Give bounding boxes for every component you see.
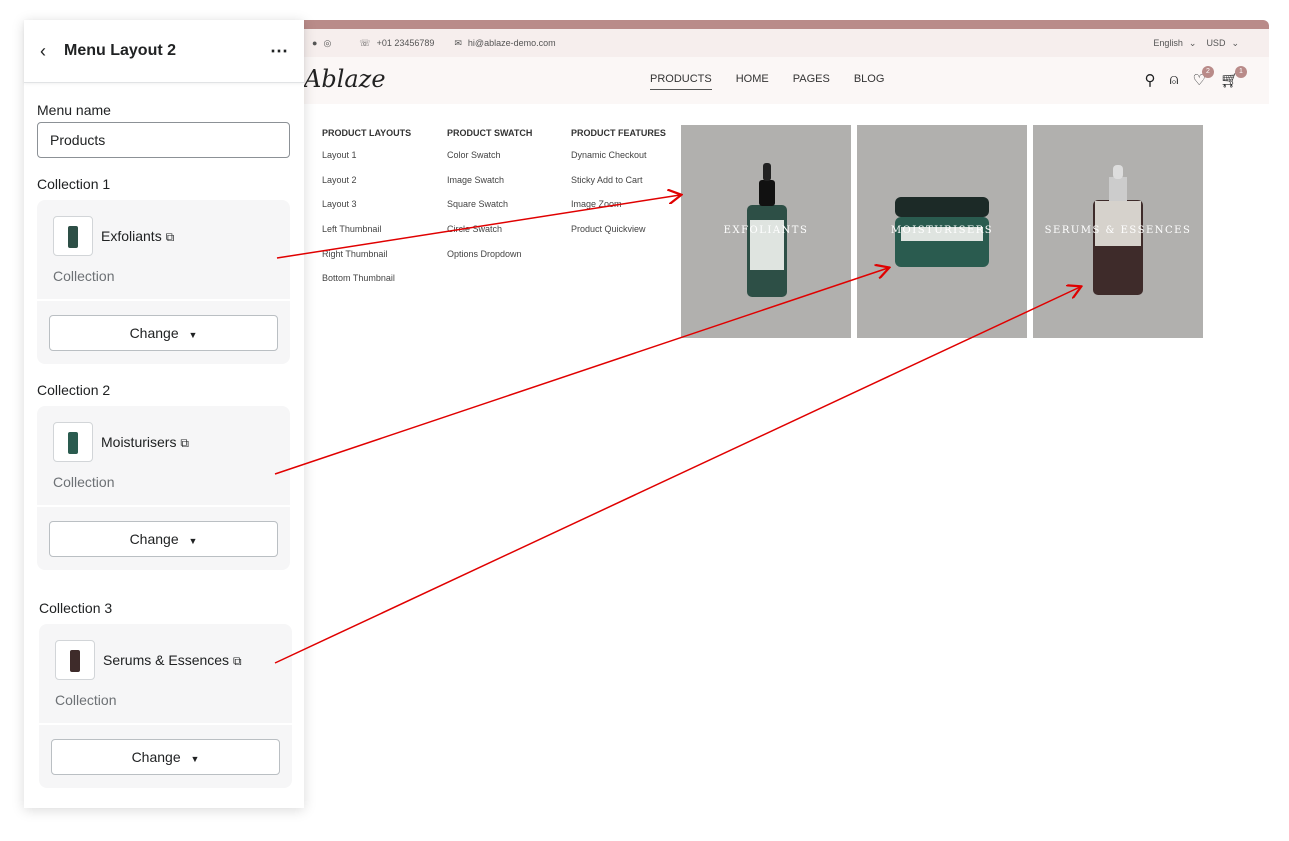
language-select[interactable]: English: [1153, 38, 1183, 48]
menu-name-label: Menu name: [37, 102, 111, 118]
instagram-icon[interactable]: ◎: [323, 38, 331, 49]
collection-label: Collection 2: [37, 382, 111, 398]
menu-column: PRODUCT FEATURES Dynamic Checkout Sticky A…: [571, 125, 696, 249]
collection-label: Collection 1: [37, 176, 111, 192]
announcement-bar: [304, 20, 1269, 29]
menu-link[interactable]: Layout 3: [322, 199, 447, 224]
logo[interactable]: Ablaze: [304, 65, 386, 93]
more-icon[interactable]: ⋯: [270, 41, 288, 62]
menu-column: PRODUCT LAYOUTS Layout 1 Layout 2 Layout 3L…: [322, 125, 447, 298]
store-preview: ● ◎ ☏ +01 23456789 ✉ hi@ablaze-demo.com En…: [304, 20, 1269, 350]
collection-thumbnail: [53, 422, 93, 462]
change-button[interactable]: Change ▼: [49, 521, 278, 557]
email: hi@ablaze-demo.com: [467, 38, 556, 48]
menu-link[interactable]: Dynamic Checkout: [571, 150, 696, 175]
collection-thumbnail: [53, 216, 93, 256]
menu-link[interactable]: Right Thumbnail: [322, 249, 447, 274]
phone: +01 23456789: [376, 38, 435, 48]
chevron-down-icon: ⌄: [1188, 37, 1197, 48]
cart-badge: 1: [1235, 66, 1247, 78]
menu-link[interactable]: Left Thumbnail: [322, 224, 447, 249]
mail-icon: ✉: [454, 37, 462, 48]
external-link-icon[interactable]: ⧉: [166, 230, 175, 244]
tile-label: SERUMS & ESSENCES: [1044, 225, 1192, 236]
collection-type: Collection: [55, 692, 117, 708]
change-label: Change: [131, 749, 181, 765]
menu-link[interactable]: Sticky Add to Cart: [571, 175, 696, 200]
collection-type: Collection: [53, 474, 115, 490]
nav-blog[interactable]: BLOG: [854, 73, 885, 90]
tile-serums[interactable]: SERUMS & ESSENCES: [1033, 125, 1203, 338]
caret-down-icon: ▼: [188, 536, 198, 546]
column-heading: PRODUCT SWATCH: [447, 128, 533, 138]
caret-down-icon: ▼: [188, 330, 198, 340]
change-label: Change: [129, 531, 179, 547]
caret-down-icon: ▼: [190, 754, 200, 764]
collection-name[interactable]: Exfoliants: [101, 228, 162, 244]
change-button[interactable]: Change ▼: [49, 315, 278, 351]
wishlist-badge: 2: [1201, 66, 1214, 78]
store-header: Ablaze PRODUCTS HOME PAGES BLOG ⚲ ⍝ ♡ 2 🛒…: [304, 57, 1269, 104]
wishlist-icon[interactable]: ♡ 2: [1193, 66, 1214, 89]
menu-link[interactable]: Product Quickview: [571, 224, 696, 249]
menu-link[interactable]: Options Dropdown: [447, 249, 572, 274]
menu-link[interactable]: Circle Swatch: [447, 224, 572, 249]
change-button[interactable]: Change ▼: [51, 739, 280, 775]
info-bar: ● ◎ ☏ +01 23456789 ✉ hi@ablaze-demo.com En…: [304, 29, 1269, 57]
column-heading: PRODUCT LAYOUTS: [322, 128, 412, 138]
phone-icon: ☏: [359, 37, 371, 48]
change-label: Change: [129, 325, 179, 341]
cart-icon[interactable]: 🛒︎ 1: [1220, 66, 1247, 89]
panel-title: Menu Layout 2: [64, 42, 177, 59]
collection-type: Collection: [53, 268, 115, 284]
tile-label: MOISTURISERS: [890, 225, 994, 236]
tile-label: EXFOLIANTS: [723, 225, 809, 236]
nav-home[interactable]: HOME: [736, 73, 769, 90]
collection-name[interactable]: Moisturisers: [101, 434, 176, 450]
menu-link[interactable]: Image Swatch: [447, 175, 572, 200]
collection-card: Serums & Essences ⧉ Collection Change ▼: [39, 624, 292, 788]
collection-card: Moisturisers ⧉ Collection Change ▼: [37, 406, 290, 570]
currency-select[interactable]: USD: [1206, 38, 1225, 48]
external-link-icon[interactable]: ⧉: [180, 436, 189, 450]
tile-moisturisers[interactable]: MOISTURISERS: [857, 125, 1027, 338]
account-icon[interactable]: ⍝: [1169, 71, 1178, 89]
back-icon[interactable]: ‹: [40, 41, 46, 62]
nav-pages[interactable]: PAGES: [793, 73, 830, 90]
menu-link[interactable]: Bottom Thumbnail: [322, 273, 447, 298]
collection-name[interactable]: Serums & Essences: [103, 652, 229, 668]
facebook-icon[interactable]: ●: [312, 38, 317, 48]
nav-products[interactable]: PRODUCTS: [650, 73, 712, 90]
collection-card: Exfoliants ⧉ Collection Change ▼: [37, 200, 290, 364]
external-link-icon[interactable]: ⧉: [233, 654, 242, 668]
menu-link[interactable]: Layout 2: [322, 175, 447, 200]
menu-link[interactable]: Layout 1: [322, 150, 447, 175]
tile-exfoliants[interactable]: EXFOLIANTS: [681, 125, 851, 338]
collection-thumbnail: [55, 640, 95, 680]
menu-link[interactable]: Square Swatch: [447, 199, 572, 224]
menu-editor-panel: ‹ Menu Layout 2 ⋯ Menu name Products Col…: [24, 20, 304, 808]
collection-label: Collection 3: [39, 600, 113, 616]
search-icon[interactable]: ⚲: [1144, 71, 1155, 89]
menu-name-input[interactable]: Products: [37, 122, 290, 158]
column-heading: PRODUCT FEATURES: [571, 128, 666, 138]
menu-column: PRODUCT SWATCH Color Swatch Image Swatch Sq…: [447, 125, 572, 273]
menu-link[interactable]: Image Zoom: [571, 199, 696, 224]
menu-link[interactable]: Color Swatch: [447, 150, 572, 175]
chevron-down-icon: ⌄: [1231, 37, 1239, 48]
